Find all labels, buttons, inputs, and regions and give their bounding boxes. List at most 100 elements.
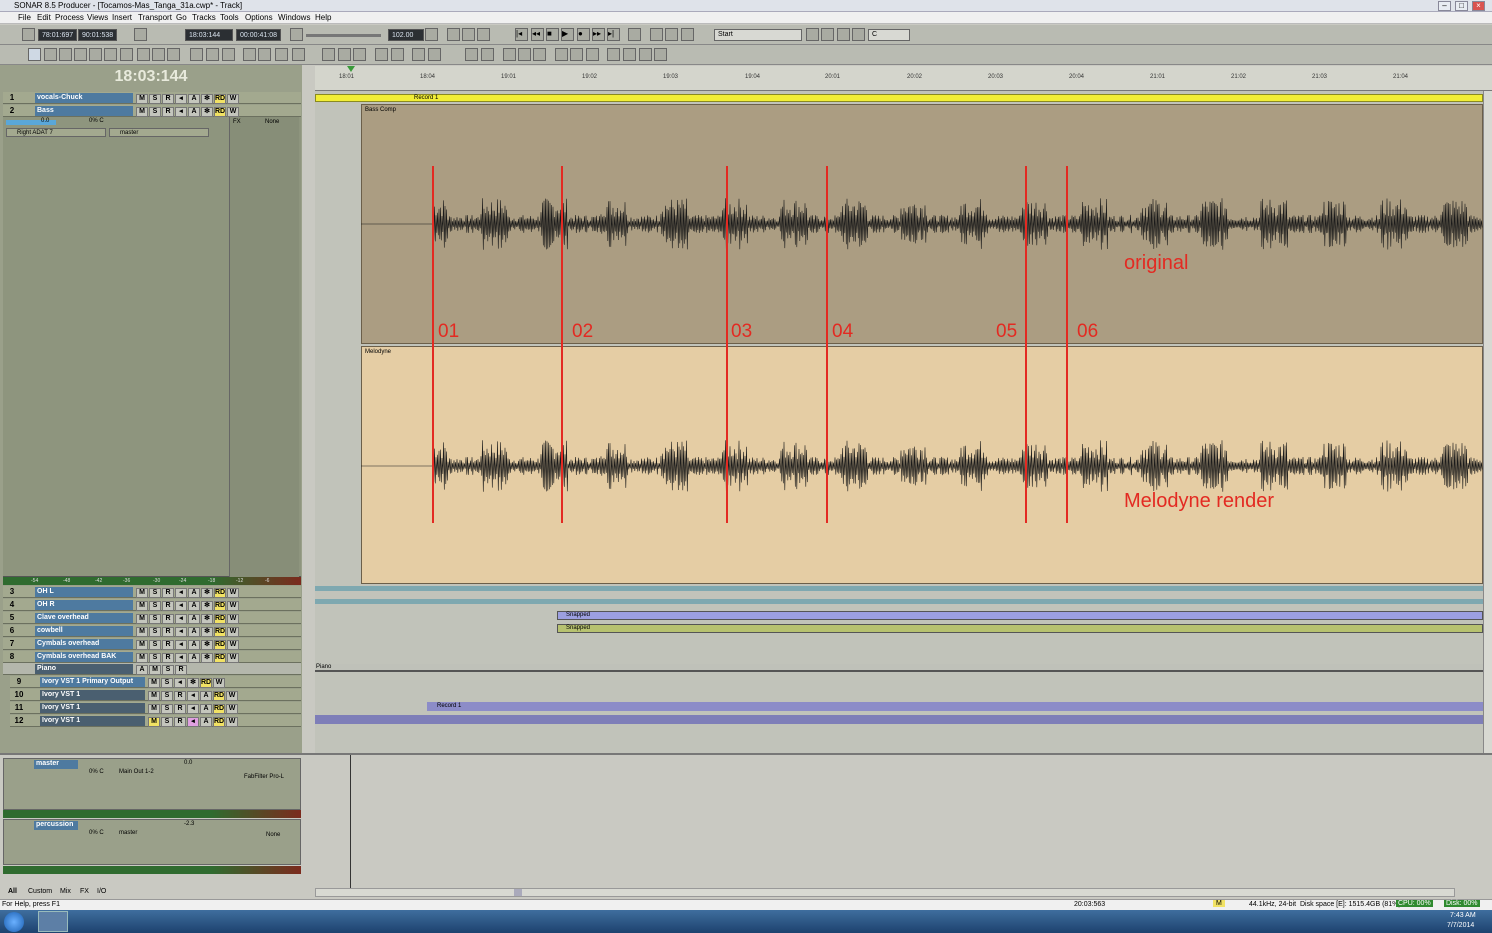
tab-io[interactable]: I/O bbox=[97, 888, 106, 895]
output-select[interactable]: master bbox=[109, 128, 209, 137]
layout-icon[interactable] bbox=[222, 48, 235, 61]
play-icon[interactable]: ▶ bbox=[561, 28, 574, 41]
select-tool-icon-2[interactable] bbox=[137, 48, 150, 61]
draw-tool-icon[interactable] bbox=[89, 48, 102, 61]
track-name[interactable]: OH R bbox=[35, 600, 133, 610]
browser-icon[interactable] bbox=[258, 48, 271, 61]
tab-fx[interactable]: FX bbox=[80, 888, 89, 895]
menu-tools[interactable]: Tools bbox=[220, 13, 239, 22]
crossfade-icon[interactable] bbox=[412, 48, 425, 61]
envelope-tool-icon[interactable] bbox=[167, 48, 180, 61]
forward-icon[interactable]: ▸▸ bbox=[592, 28, 605, 41]
track-name[interactable]: Ivory VST 1 bbox=[40, 716, 145, 726]
record-icon[interactable]: ● bbox=[577, 28, 590, 41]
bus-percussion[interactable]: percussion master 0% C -2.3 None bbox=[3, 819, 301, 865]
menu-help[interactable]: Help bbox=[315, 13, 331, 22]
rewind-icon[interactable]: ◂◂ bbox=[531, 28, 544, 41]
track-folder-piano[interactable]: Piano A M S R bbox=[3, 663, 301, 675]
track-9[interactable]: 9 Ivory VST 1 Primary Output M S ◂ ✻ RD W bbox=[10, 676, 301, 688]
lock-icon[interactable] bbox=[465, 48, 478, 61]
close-button[interactable]: × bbox=[1472, 1, 1485, 11]
select-tool-icon[interactable] bbox=[44, 48, 57, 61]
clips-pane[interactable]: Record 1 Bass Comp Melodyne Snapped Snap… bbox=[315, 91, 1483, 753]
zoom-slider[interactable] bbox=[306, 34, 381, 37]
start-orb-icon[interactable] bbox=[4, 912, 24, 932]
show-clips-icon[interactable] bbox=[375, 48, 388, 61]
inspector-icon[interactable] bbox=[243, 48, 256, 61]
stop-icon[interactable]: ■ bbox=[546, 28, 559, 41]
bounce-icon[interactable] bbox=[623, 48, 636, 61]
track-3[interactable]: 3 OH L M S R ◂ A ✻ RD W bbox=[3, 586, 301, 598]
smpte-time[interactable]: 00:00:41:08 bbox=[236, 29, 281, 41]
punch-icon[interactable] bbox=[134, 28, 147, 41]
track-5[interactable]: 5 Clave overhead M S R ◂ A ✻ RD W bbox=[3, 612, 301, 624]
input-select[interactable]: Right ADAT 7 bbox=[6, 128, 106, 137]
menu-file[interactable]: File bbox=[18, 13, 31, 22]
vertical-scrollbar[interactable] bbox=[1483, 91, 1492, 753]
menu-windows[interactable]: Windows bbox=[278, 13, 310, 22]
menu-options[interactable]: Options bbox=[245, 13, 273, 22]
cowbell-clip[interactable]: Snapped bbox=[557, 624, 1483, 633]
menu-views[interactable]: Views bbox=[87, 13, 108, 22]
piano-folder-clip[interactable]: Piano bbox=[315, 664, 1483, 672]
loop-icon[interactable] bbox=[22, 28, 35, 41]
menu-edit[interactable]: Edit bbox=[37, 13, 51, 22]
ivory-12-clip[interactable] bbox=[315, 715, 1483, 724]
snap-event-icon[interactable] bbox=[533, 48, 546, 61]
sync-icon[interactable] bbox=[654, 48, 667, 61]
marker-insert-icon[interactable] bbox=[806, 28, 819, 41]
move-tool-icon[interactable] bbox=[59, 48, 72, 61]
marker-select[interactable]: Start bbox=[714, 29, 802, 41]
scroll-thumb[interactable] bbox=[514, 889, 522, 896]
bus-fx[interactable]: FabFilter Pro-L bbox=[244, 774, 284, 780]
automation-write-icon[interactable] bbox=[570, 48, 583, 61]
status-mode[interactable]: M bbox=[1213, 900, 1225, 907]
automation-envelope-icon[interactable] bbox=[586, 48, 599, 61]
track-4[interactable]: 4 OH R M S R ◂ A ✻ RD W bbox=[3, 599, 301, 611]
clave-clip[interactable]: Snapped bbox=[557, 611, 1483, 620]
zoom-in-icon[interactable] bbox=[353, 48, 366, 61]
track-7[interactable]: 7 Cymbals overhead M S R ◂ A ✻ RD W bbox=[3, 638, 301, 650]
track-name[interactable]: Ivory VST 1 bbox=[40, 690, 145, 700]
track-name[interactable]: vocals-Chuck bbox=[35, 93, 133, 103]
snap-icon[interactable] bbox=[290, 28, 303, 41]
tab-all[interactable]: All bbox=[8, 888, 17, 895]
punch-toggle-icon[interactable] bbox=[665, 28, 678, 41]
fit-project-icon[interactable] bbox=[338, 48, 351, 61]
track-6[interactable]: 6 cowbell M S R ◂ A ✻ RD W bbox=[3, 625, 301, 637]
track-12[interactable]: 12 Ivory VST 1 M S R ◂ A RD W bbox=[10, 715, 301, 727]
time-ruler[interactable]: 18:01 18:04 19:01 19:02 19:03 19:04 20:0… bbox=[315, 66, 1492, 91]
snap-grid-icon[interactable] bbox=[503, 48, 516, 61]
menu-tracks[interactable]: Tracks bbox=[192, 13, 216, 22]
goto-end-icon[interactable]: ▸| bbox=[607, 28, 620, 41]
metro-record-icon[interactable] bbox=[477, 28, 490, 41]
track-8[interactable]: 8 Cymbals overhead BAK M S R ◂ A ✻ RD W bbox=[3, 651, 301, 663]
track-name[interactable]: Piano bbox=[35, 664, 133, 674]
now-time[interactable]: 18:03:144 bbox=[185, 29, 233, 41]
now-marker-icon[interactable] bbox=[347, 66, 355, 72]
menu-insert[interactable]: Insert bbox=[112, 13, 132, 22]
marker-list-icon[interactable] bbox=[852, 28, 865, 41]
loop-toggle-icon[interactable] bbox=[650, 28, 663, 41]
tab-mix[interactable]: Mix bbox=[60, 888, 71, 895]
menu-transport[interactable]: Transport bbox=[138, 13, 172, 22]
ivory-11-clip[interactable]: Record 1 bbox=[427, 702, 1483, 711]
grid-icon[interactable] bbox=[190, 48, 203, 61]
track-view-icon[interactable] bbox=[206, 48, 219, 61]
bus-output[interactable]: master bbox=[119, 830, 137, 836]
loop-end-time[interactable]: 90:01:538 bbox=[78, 29, 118, 41]
bus-name[interactable]: master bbox=[34, 760, 78, 769]
fx-bin[interactable]: FX None bbox=[229, 117, 299, 577]
draw-tool-icon-2[interactable] bbox=[152, 48, 165, 61]
ripple-icon[interactable] bbox=[481, 48, 494, 61]
pro-channel-icon[interactable] bbox=[275, 48, 288, 61]
horizontal-scrollbar[interactable] bbox=[315, 888, 1455, 897]
marker-next-icon[interactable] bbox=[837, 28, 850, 41]
bus-master[interactable]: master Main Out 1-2 0% C 0.0 FabFilter P… bbox=[3, 758, 301, 810]
oh-l-clip[interactable] bbox=[315, 586, 1483, 591]
clock[interactable]: 7:43 AM bbox=[1450, 912, 1476, 919]
freeze-icon[interactable] bbox=[607, 48, 620, 61]
export-icon[interactable] bbox=[639, 48, 652, 61]
marker-prev-icon[interactable] bbox=[821, 28, 834, 41]
track-10[interactable]: 10 Ivory VST 1 M S R ◂ A RD W bbox=[10, 689, 301, 701]
